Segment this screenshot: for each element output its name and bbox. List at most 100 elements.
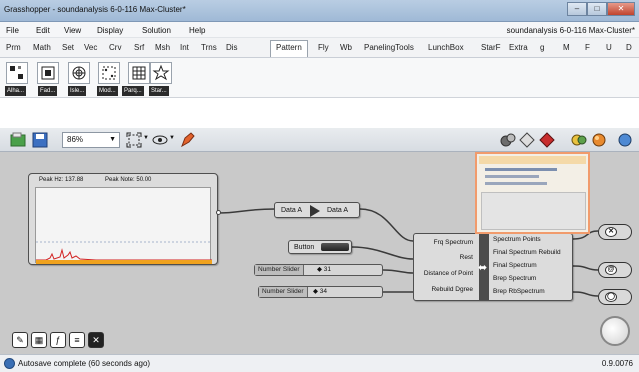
isle-component-icon[interactable] [68,62,90,84]
preview-eye-icon[interactable] [152,132,168,148]
slider-value[interactable]: ◆ 34 [313,287,327,297]
tab-panelingtools[interactable]: PanelingTools [364,43,414,52]
preview-shaded-icon[interactable] [539,132,555,148]
cluster-input-rebuild: Rebuild Dgree [431,286,473,293]
tab-g[interactable]: g [540,43,544,52]
color-sphere-icon[interactable] [591,132,607,148]
sketch-pen-icon[interactable] [180,132,196,148]
grasshopper-canvas[interactable]: Peak Hz: 137.88 Peak Note: 50.00 Data A … [0,152,639,354]
blue-sphere-icon[interactable] [617,132,633,148]
popup-text-line [485,175,539,178]
preview-mesh-icon[interactable] [519,132,535,148]
maximize-button[interactable]: □ [587,2,607,16]
pencil-icon[interactable]: ✎ [12,332,28,348]
slider-label: Number Slider [255,265,304,275]
slider-tool-icon[interactable]: ≡ [69,332,85,348]
menu-solution[interactable]: Solution [142,26,171,35]
cluster-input-frq-spectrum: Frq Spectrum [433,239,473,246]
button-face[interactable] [321,243,349,251]
window-title: Grasshopper - soundanalysis 6-0-116 Max-… [4,5,186,14]
open-file-icon[interactable] [10,132,26,148]
navigation-dial[interactable] [600,316,630,346]
cluster-output-spectrum-points: Spectrum Points [493,236,541,243]
canvas-toolbar: 86% ▼ ▼ ▼ [0,128,639,152]
autosave-icon [4,358,15,369]
wire-slider1-to-cluster [382,269,414,274]
tab-srf[interactable]: Srf [134,43,144,52]
peak-hz-label: Peak Hz: 137.88 [39,177,84,183]
surface-param[interactable]: @ [598,262,632,278]
tab-d[interactable]: D [626,43,632,52]
menu-bar: File Edit View Display Solution Help sou… [0,22,639,38]
data-input-label: Data A [281,207,303,214]
close-icon[interactable]: ✕ [88,332,104,348]
function-icon[interactable]: ƒ [50,332,66,348]
number-slider[interactable]: Number Slider ◆ 31 [254,264,383,276]
tab-wb[interactable]: Wb [340,43,352,52]
tab-pattern[interactable]: Pattern [270,40,308,57]
save-file-icon[interactable] [32,132,48,148]
tab-fly[interactable]: Fly [318,43,329,52]
brep-param[interactable]: ◯ [598,289,632,305]
bake-spheres-icon[interactable] [500,132,516,148]
zoom-level-select[interactable]: 86% ▼ [62,132,120,148]
tab-vec[interactable]: Vec [84,43,97,52]
surface-param-icon: @ [605,265,617,275]
slider-label: Number Slider [259,287,308,297]
curve-param-icon: ✕ [605,227,617,237]
menu-display[interactable]: Display [97,26,123,35]
component-label: Alha... [5,86,27,96]
tab-f[interactable]: F [585,43,590,52]
component-tab-bar: Prm Math Set Vec Crv Srf Msh Int Trns Di… [0,38,639,58]
tab-prm[interactable]: Prm [6,43,21,52]
component-label: Fad... [38,86,58,96]
tab-u[interactable]: U [606,43,612,52]
spectrum-graph-component[interactable]: Peak Hz: 137.88 Peak Note: 50.00 [28,173,218,265]
tab-trns[interactable]: Trns [201,43,217,52]
tab-lunchbox[interactable]: LunchBox [428,43,464,52]
tab-crv[interactable]: Crv [109,43,121,52]
tab-math[interactable]: Math [33,43,51,52]
alhambra-component-icon[interactable] [6,62,28,84]
menu-edit[interactable]: Edit [36,26,50,35]
menu-view[interactable]: View [64,26,81,35]
module-component-icon[interactable] [98,62,120,84]
tab-dis[interactable]: Dis [226,43,238,52]
document-name: soundanalysis 6-0-116 Max-Cluster* [506,26,635,35]
popup-map-image [481,192,586,230]
tab-starf[interactable]: StarF [481,43,501,52]
galapagos-icon[interactable] [571,132,587,148]
cluster-output-brep-spectrum: Brep Spectrum [493,275,537,282]
tab-m[interactable]: M [563,43,570,52]
fade-component-icon[interactable] [37,62,59,84]
cluster-output-final-rebuild: Final Spectrum Rebuild [493,249,561,256]
tab-extra[interactable]: Extra [509,43,528,52]
cluster-output-final-spectrum: Final Spectrum [493,262,537,269]
tab-msh[interactable]: Msh [155,43,170,52]
data-dam-component[interactable]: Data A Data A [274,202,360,218]
parquet-component-icon[interactable] [128,62,150,84]
tab-set[interactable]: Set [62,43,74,52]
star-component-icon[interactable] [150,62,172,84]
zoom-extents-icon[interactable] [126,132,142,148]
close-button[interactable]: ✕ [607,2,635,16]
zoom-level-value: 86% [67,135,84,144]
output-port[interactable] [216,210,221,215]
minimize-button[interactable]: – [567,2,587,16]
version-label: 0.9.0076 [601,359,633,368]
button-component[interactable]: Button [288,240,352,254]
menu-file[interactable]: File [6,26,19,35]
curve-param[interactable]: ✕ [598,224,632,240]
wire-data-to-cluster [359,208,414,242]
slider-value[interactable]: ◆ 31 [317,265,331,275]
spectrum-cluster-component[interactable]: ⬌ Frq Spectrum Rest Distance of Point Re… [413,233,573,301]
number-slider[interactable]: Number Slider ◆ 34 [258,286,383,298]
wire-cluster-to-param2 [572,265,599,271]
cluster-input-rest: Rest [459,254,473,261]
menu-help[interactable]: Help [189,26,205,35]
tab-int[interactable]: Int [180,43,189,52]
web-preview-popup[interactable] [475,152,590,234]
peak-note-label: Peak Note: 50.00 [105,177,152,183]
grid-icon[interactable]: ▦ [31,332,47,348]
popup-text-line [485,182,547,185]
